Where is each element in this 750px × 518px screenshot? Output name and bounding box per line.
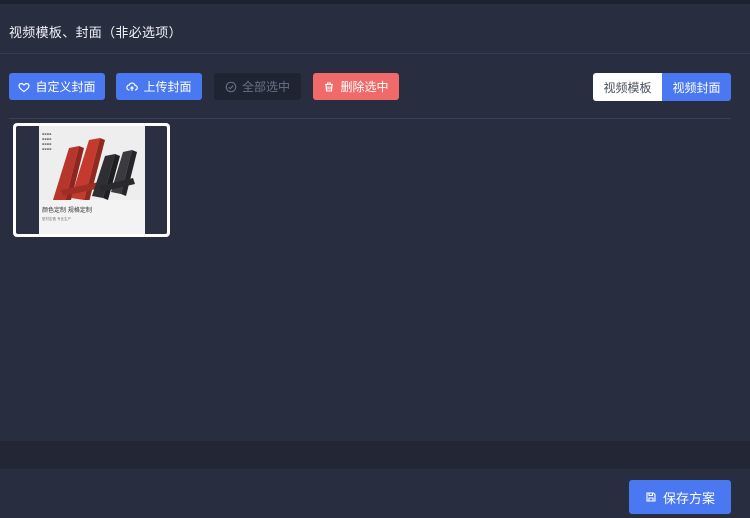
thumbnail-caption: 颜色定制 规格定制 — [42, 207, 92, 214]
footer-band — [0, 441, 750, 469]
upload-cover-label: 上传封面 — [143, 80, 192, 94]
upload-cover-button[interactable]: 上传封面 — [116, 73, 202, 100]
cover-thumbnail[interactable]: ▪▪▪▪ ▪▪▪▪ ▪▪▪▪ ▪▪▪▪ 颜色定制 规格定制 型材定做 专业生产 — [13, 123, 170, 237]
delete-selected-button[interactable]: 删除选中 — [313, 73, 399, 100]
toolbar: 自定义封面 上传封面 全部选中 删除选中 视频模板 视频封面 — [0, 73, 750, 101]
check-circle-icon — [225, 81, 237, 92]
heart-icon — [18, 82, 31, 92]
tab-video-template-label: 视频模板 — [603, 80, 652, 95]
toolbar-divider — [9, 118, 731, 119]
thumbnail-subcaption: 型材定做 专业生产 — [42, 217, 72, 221]
save-plan-label: 保存方案 — [662, 491, 715, 507]
section-header: 视频模板、封面（非必选项） — [0, 4, 750, 54]
tab-video-cover[interactable]: 视频封面 — [662, 73, 731, 101]
save-plan-button[interactable]: 保存方案 — [629, 480, 731, 514]
select-all-label: 全部选中 — [241, 80, 290, 94]
thumbnail-image: ▪▪▪▪ ▪▪▪▪ ▪▪▪▪ ▪▪▪▪ 颜色定制 规格定制 型材定做 专业生产 — [39, 126, 145, 234]
custom-cover-button[interactable]: 自定义封面 — [9, 73, 105, 100]
select-all-button[interactable]: 全部选中 — [214, 73, 301, 100]
tab-video-cover-label: 视频封面 — [672, 80, 721, 95]
thumbnail-fine-print: ▪▪▪▪ ▪▪▪▪ ▪▪▪▪ ▪▪▪▪ — [42, 132, 52, 151]
custom-cover-label: 自定义封面 — [35, 80, 96, 94]
cloud-upload-icon — [126, 81, 139, 91]
trash-icon — [325, 81, 334, 92]
tab-video-template[interactable]: 视频模板 — [593, 73, 662, 101]
delete-selected-label: 删除选中 — [340, 80, 389, 94]
save-icon — [646, 492, 656, 502]
thumbnail-frame: ▪▪▪▪ ▪▪▪▪ ▪▪▪▪ ▪▪▪▪ 颜色定制 规格定制 型材定做 专业生产 — [16, 126, 167, 234]
page-title: 视频模板、封面（非必选项） — [9, 26, 182, 41]
